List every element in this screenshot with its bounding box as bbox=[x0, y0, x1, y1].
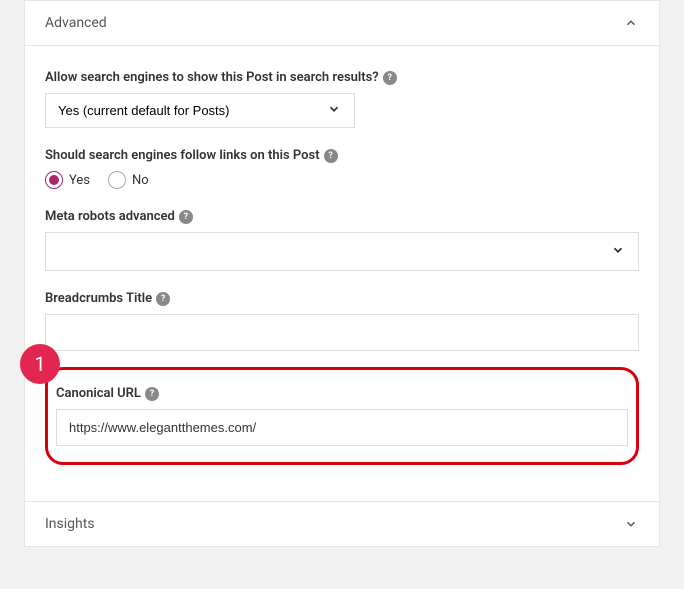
label-text: Canonical URL bbox=[56, 386, 141, 401]
help-icon[interactable]: ? bbox=[156, 292, 170, 306]
meta-robots-select[interactable] bbox=[45, 232, 639, 271]
radio-unchecked-icon bbox=[108, 171, 126, 189]
label-text: Should search engines follow links on th… bbox=[45, 148, 320, 163]
radio-label: Yes bbox=[69, 173, 90, 188]
canonical-url-input[interactable] bbox=[56, 409, 628, 446]
breadcrumbs-title-label: Breadcrumbs Title ? bbox=[45, 291, 170, 306]
insights-section-title: Insights bbox=[45, 516, 95, 532]
chevron-up-icon bbox=[623, 15, 639, 31]
chevron-down-icon bbox=[623, 516, 639, 532]
meta-robots-field: Meta robots advanced ? bbox=[45, 209, 639, 271]
radio-label: No bbox=[132, 173, 149, 188]
allow-search-results-label: Allow search engines to show this Post i… bbox=[45, 70, 397, 85]
canonical-url-field: Canonical URL ? bbox=[56, 386, 628, 446]
label-text: Allow search engines to show this Post i… bbox=[45, 70, 379, 85]
follow-links-label: Should search engines follow links on th… bbox=[45, 148, 338, 163]
meta-robots-select-wrapper bbox=[45, 232, 639, 271]
help-icon[interactable]: ? bbox=[179, 210, 193, 224]
label-text: Meta robots advanced bbox=[45, 209, 175, 224]
help-icon[interactable]: ? bbox=[145, 387, 159, 401]
seo-advanced-metabox: Advanced Allow search engines to show th… bbox=[24, 0, 660, 547]
advanced-section-body: Allow search engines to show this Post i… bbox=[25, 46, 659, 485]
advanced-section-toggle[interactable]: Advanced bbox=[25, 1, 659, 46]
follow-links-field: Should search engines follow links on th… bbox=[45, 148, 639, 189]
annotation-badge: 1 bbox=[20, 344, 60, 384]
allow-search-results-field: Allow search engines to show this Post i… bbox=[45, 70, 639, 128]
follow-links-no-option[interactable]: No bbox=[108, 171, 149, 189]
canonical-url-highlight: 1 Canonical URL ? bbox=[45, 367, 639, 465]
help-icon[interactable]: ? bbox=[324, 149, 338, 163]
allow-search-results-select-wrapper: Yes (current default for Posts) bbox=[45, 93, 355, 128]
insights-section-toggle[interactable]: Insights bbox=[25, 501, 659, 546]
label-text: Breadcrumbs Title bbox=[45, 291, 152, 306]
meta-robots-label: Meta robots advanced ? bbox=[45, 209, 193, 224]
breadcrumbs-title-input[interactable] bbox=[45, 314, 639, 351]
advanced-section-title: Advanced bbox=[45, 15, 107, 31]
canonical-url-label: Canonical URL ? bbox=[56, 386, 159, 401]
allow-search-results-select[interactable]: Yes (current default for Posts) bbox=[45, 93, 355, 128]
follow-links-radio-group: Yes No bbox=[45, 171, 639, 189]
follow-links-yes-option[interactable]: Yes bbox=[45, 171, 90, 189]
breadcrumbs-title-field: Breadcrumbs Title ? bbox=[45, 291, 639, 351]
radio-checked-icon bbox=[45, 171, 63, 189]
help-icon[interactable]: ? bbox=[383, 71, 397, 85]
